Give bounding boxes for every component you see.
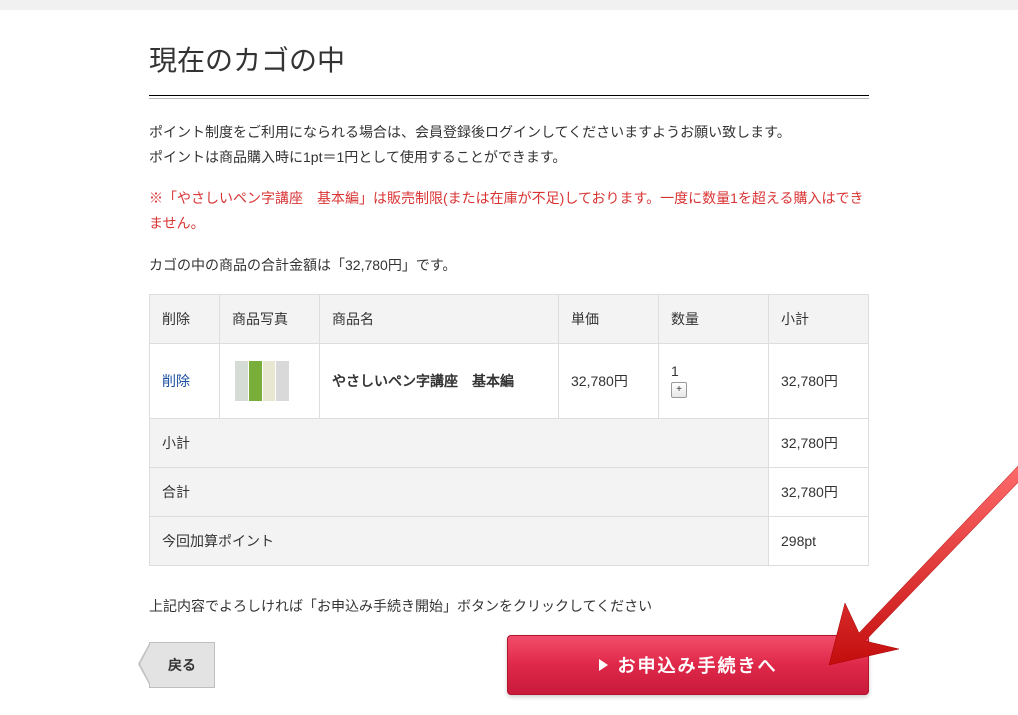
proceed-button[interactable]: お申込み手続きへ [507,635,869,695]
subtotal-value: 32,780円 [769,418,869,467]
col-subtotal: 小計 [769,294,869,343]
button-row: 戻る お申込み手続きへ [149,635,869,695]
total-label: 合計 [150,467,769,516]
product-subtotal: 32,780円 [769,343,869,418]
points-notice: ポイント制度をご利用になられる場合は、会員登録後ログインしてくださいますようお願… [149,120,869,170]
table-row: 削除 やさしいペン字講座 基本編 32,780円 1 + 32,780円 [150,343,869,418]
col-delete: 削除 [150,294,220,343]
col-photo: 商品写真 [220,294,320,343]
totals-points-row: 今回加算ポイント 298pt [150,516,869,565]
play-icon [599,659,608,671]
col-quantity: 数量 [659,294,769,343]
stock-warning: ※「やさしいペン字講座 基本編」は販売制限(または在庫が不足)しております。一度… [149,186,869,236]
back-button[interactable]: 戻る [149,642,215,688]
col-name: 商品名 [320,294,559,343]
points-notice-line2: ポイントは商品購入時に1pt＝1円として使用することができます。 [149,149,566,165]
points-label: 今回加算ポイント [150,516,769,565]
totals-total-row: 合計 32,780円 [150,467,869,516]
totals-subtotal-row: 小計 32,780円 [150,418,869,467]
cart-table: 削除 商品写真 商品名 単価 数量 小計 削除 やさしいペン字講座 基本編 3 [149,294,869,566]
total-value: 32,780円 [769,467,869,516]
product-quantity: 1 [671,363,679,379]
product-thumbnail [232,358,292,404]
proceed-button-label: お申込み手続きへ [618,652,778,678]
col-unit-price: 単価 [559,294,659,343]
points-notice-line1: ポイント制度をご利用になられる場合は、会員登録後ログインしてくださいますようお願… [149,124,791,140]
product-unit-price: 32,780円 [559,343,659,418]
quantity-plus-button[interactable]: + [671,382,687,398]
page-title: 現在のカゴの中 [149,39,869,96]
confirm-prompt: 上記内容でよろしければ「お申込み手続き開始」ボタンをクリックしてください [149,594,869,619]
subtotal-label: 小計 [150,418,769,467]
points-value: 298pt [769,516,869,565]
cart-total-summary: カゴの中の商品の合計金額は「32,780円」です。 [149,253,869,278]
delete-link[interactable]: 削除 [162,373,190,389]
product-name: やさしいペン字講座 基本編 [320,343,559,418]
